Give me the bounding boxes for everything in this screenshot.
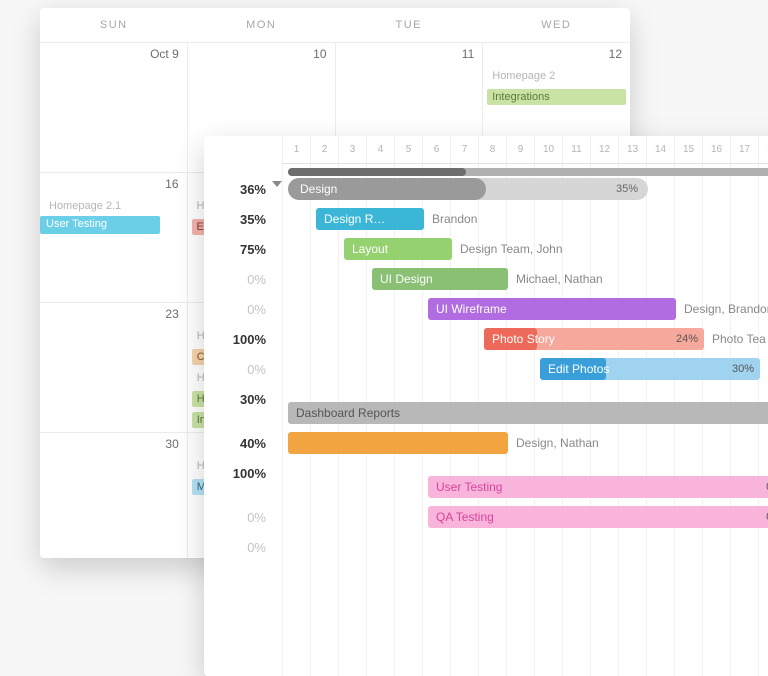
calendar-cell[interactable]: 16 Homepage 2.1	[40, 173, 188, 302]
ruler-day: 9	[506, 136, 534, 163]
task-assignee: Michael, Nathan	[516, 272, 603, 286]
ruler-day: 12	[590, 136, 618, 163]
section-header-bar[interactable]: Dashboard Reports	[288, 402, 768, 424]
task-title: User Testing	[436, 480, 502, 494]
ruler-day: 1	[282, 136, 310, 163]
row-percent: 0%	[204, 532, 282, 562]
task-bar[interactable]: User Testing0%	[428, 476, 768, 498]
day-header-mon: MON	[188, 8, 336, 42]
task-assignee: Photo Tea	[712, 332, 766, 346]
row-percent: 0%	[204, 294, 282, 324]
ruler-day: 10	[534, 136, 562, 163]
row-percent: 100%	[204, 324, 282, 354]
ruler-day: 4	[366, 136, 394, 163]
task-bar[interactable]	[288, 432, 508, 454]
task-bar[interactable]: Photo Story 24%	[484, 328, 704, 350]
day-header-wed: WED	[483, 8, 631, 42]
calendar-event-span[interactable]: User Testing	[40, 216, 160, 234]
group-bar[interactable]: Design 35%	[288, 178, 648, 200]
task-bar[interactable]: Edit Photos 30%	[540, 358, 760, 380]
gantt-chart[interactable]: 123456789101112131415161718 Design35%Des…	[282, 136, 768, 676]
row-percent: 75%	[204, 234, 282, 264]
task-bar[interactable]: Design R…	[316, 208, 424, 230]
task-bar[interactable]: UI Design	[372, 268, 508, 290]
row-percent: 100%	[204, 458, 282, 488]
ruler-day: 8	[478, 136, 506, 163]
task-bar[interactable]: QA Testing0%	[428, 506, 768, 528]
task-title: Photo Story	[492, 332, 555, 346]
ruler-day: 3	[338, 136, 366, 163]
task-title: UI Wireframe	[436, 302, 507, 316]
date-number: Oct 9	[150, 47, 179, 61]
task-title: Edit Photos	[548, 362, 609, 376]
chevron-down-icon[interactable]	[272, 181, 282, 187]
task-inner-percent: 24%	[676, 333, 698, 345]
group-title: Design	[300, 182, 337, 196]
task-title: Layout	[352, 242, 388, 256]
calendar-cell[interactable]: Oct 9	[40, 43, 188, 172]
date-number: 10	[313, 47, 326, 61]
task-bar[interactable]: Layout	[344, 238, 452, 260]
row-percent: 0%	[204, 502, 282, 532]
task-title: UI Design	[380, 272, 433, 286]
ruler-day: 14	[646, 136, 674, 163]
calendar-cell[interactable]: 30	[40, 433, 188, 558]
task-inner-percent: 30%	[732, 363, 754, 375]
task-title: QA Testing	[436, 510, 494, 524]
task-assignee: Design Team, John	[460, 242, 563, 256]
task-assignee: Design, Brandon T	[684, 302, 768, 316]
ruler-day: 6	[422, 136, 450, 163]
gantt-panel: 36% 35%75%0%0%100%0%30%40%100%0%0% 12345…	[204, 136, 768, 676]
ruler-day: 18	[758, 136, 768, 163]
day-header-sun: SUN	[40, 8, 188, 42]
ruler-day: 5	[394, 136, 422, 163]
ruler-day: 11	[562, 136, 590, 163]
timeline-ruler: 123456789101112131415161718	[282, 136, 768, 164]
row-percent: 35%	[204, 204, 282, 234]
date-number: 23	[165, 307, 178, 321]
calendar-event[interactable]: Homepage 2.1	[44, 198, 183, 214]
ruler-day: 17	[730, 136, 758, 163]
overall-percent: 36%	[204, 174, 282, 204]
date-number: 30	[165, 437, 178, 451]
calendar-event[interactable]: Integrations	[487, 89, 626, 105]
task-bar[interactable]: UI Wireframe	[428, 298, 676, 320]
ruler-day: 7	[450, 136, 478, 163]
ruler-day: 13	[618, 136, 646, 163]
task-assignee: Design, Nathan	[516, 436, 599, 450]
group-percent: 35%	[616, 183, 638, 195]
task-assignee: Brandon	[432, 212, 477, 226]
row-percent: 0%	[204, 354, 282, 384]
row-percent: 40%	[204, 428, 282, 458]
calendar-header: SUN MON TUE WED	[40, 8, 630, 42]
row-percent	[204, 414, 282, 428]
date-number: 16	[165, 177, 178, 191]
row-percent: 0%	[204, 264, 282, 294]
calendar-cell[interactable]: 23	[40, 303, 188, 432]
date-number: 11	[462, 47, 474, 61]
row-percent	[204, 488, 282, 502]
percent-column: 36% 35%75%0%0%100%0%30%40%100%0%0%	[204, 136, 282, 676]
row-percent: 30%	[204, 384, 282, 414]
day-header-tue: TUE	[335, 8, 483, 42]
ruler-day: 16	[702, 136, 730, 163]
ruler-day: 15	[674, 136, 702, 163]
calendar-event[interactable]: Homepage 2	[487, 68, 626, 84]
task-title: Design R…	[324, 212, 385, 226]
ruler-day: 2	[310, 136, 338, 163]
date-number: 12	[609, 47, 622, 61]
